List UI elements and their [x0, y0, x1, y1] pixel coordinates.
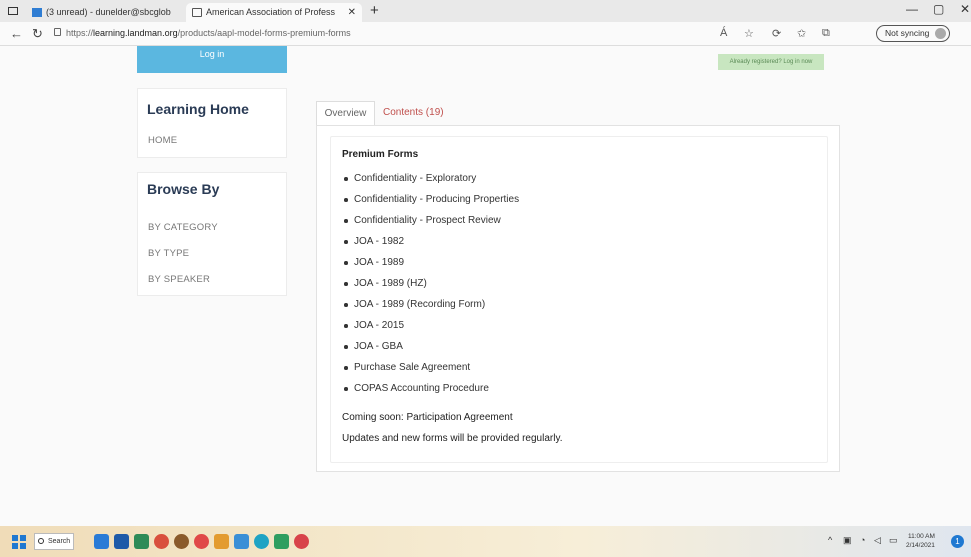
mail-favicon-icon — [32, 8, 42, 17]
list-item: JOA - 1982 — [342, 236, 519, 257]
list-item: JOA - 1989 (Recording Form) — [342, 299, 519, 320]
learning-home-panel: Learning Home HOME — [137, 88, 287, 158]
start-windows-icon[interactable] — [12, 535, 26, 549]
bullet-icon — [344, 240, 348, 244]
tab-overview[interactable]: Overview — [316, 101, 375, 125]
app-icon[interactable] — [174, 534, 189, 549]
browse-by-title: Browse By — [147, 181, 220, 197]
list-item: Confidentiality - Producing Properties — [342, 194, 519, 215]
close-window-icon[interactable]: ✕ — [960, 2, 970, 16]
wifi-icon[interactable]: ◔ — [860, 535, 865, 545]
address-bar: ← ↻ https://learning.landman.org/product… — [0, 22, 971, 46]
bullet-icon — [344, 366, 348, 370]
edge-icon[interactable] — [254, 534, 269, 549]
app-icon[interactable] — [214, 534, 229, 549]
bullet-icon — [344, 261, 348, 265]
file-explorer-icon[interactable] — [114, 534, 129, 549]
page-favicon-icon — [192, 8, 202, 17]
extensions-icon[interactable]: ⟳ — [772, 27, 781, 40]
bullet-icon — [344, 198, 348, 202]
sidebar-item-by-speaker[interactable]: BY SPEAKER — [148, 274, 210, 285]
browser-tab-aapl[interactable]: American Association of Profess ✕ — [186, 3, 362, 22]
volume-icon[interactable]: ◁ — [874, 535, 881, 546]
coming-soon-note: Coming soon: Participation Agreement — [342, 412, 513, 423]
sidebar-item-by-type[interactable]: BY TYPE — [148, 248, 189, 259]
list-item: JOA - 2015 — [342, 320, 519, 341]
url-field[interactable]: https://learning.landman.org/products/aa… — [66, 28, 351, 38]
browse-by-panel: Browse By BY CATEGORY BY TYPE BY SPEAKER — [137, 172, 287, 296]
app-icon[interactable] — [294, 534, 309, 549]
premium-forms-box: Premium Forms Confidentiality - Explorat… — [330, 136, 828, 463]
list-item: JOA - 1989 — [342, 257, 519, 278]
overview-panel: Premium Forms Confidentiality - Explorat… — [316, 125, 840, 472]
bullet-icon — [344, 177, 348, 181]
tab-contents[interactable]: Contents (19) — [383, 101, 444, 125]
list-item: Purchase Sale Agreement — [342, 362, 519, 383]
list-item: JOA - 1989 (HZ) — [342, 278, 519, 299]
photos-icon[interactable] — [234, 534, 249, 549]
task-view-icon[interactable] — [94, 534, 109, 549]
app-icon[interactable] — [274, 534, 289, 549]
store-icon[interactable] — [134, 534, 149, 549]
profile-sync-button[interactable]: Not syncing — [876, 25, 950, 42]
notification-badge[interactable]: 1 — [951, 535, 964, 548]
opera-icon[interactable] — [194, 534, 209, 549]
browser-tab-mail[interactable]: (3 unread) - dunelder@sbcglob ✕ — [26, 3, 211, 22]
search-icon — [38, 538, 44, 544]
page-content: Log in Already registered? Log in now Le… — [0, 46, 971, 526]
section-title: Premium Forms — [342, 149, 419, 160]
lock-icon[interactable] — [54, 28, 61, 36]
bullet-icon — [344, 282, 348, 286]
tab-label: American Association of Profess — [206, 7, 336, 17]
show-hidden-icons-icon[interactable]: ^ — [828, 535, 832, 545]
battery-icon[interactable]: ▭ — [889, 535, 898, 546]
maximize-icon[interactable]: ▢ — [933, 2, 944, 16]
minimize-icon[interactable]: — — [906, 2, 918, 16]
profile-avatar-icon — [935, 28, 946, 39]
bullet-icon — [344, 219, 348, 223]
close-tab-icon[interactable]: ✕ — [348, 3, 356, 22]
tab-label: (3 unread) - dunelder@sbcglob — [46, 7, 171, 17]
new-tab-icon[interactable]: + — [370, 2, 379, 19]
favorites-bar-icon[interactable]: ✩ — [797, 27, 806, 40]
read-aloud-icon[interactable]: Á — [720, 27, 727, 39]
tab-actions-icon[interactable] — [8, 7, 18, 15]
chrome-icon[interactable] — [154, 534, 169, 549]
list-item: COPAS Accounting Procedure — [342, 383, 519, 404]
list-item: JOA - GBA — [342, 341, 519, 362]
list-item: Confidentiality - Exploratory — [342, 173, 519, 194]
browser-titlebar: (3 unread) - dunelder@sbcglob ✕ American… — [0, 0, 971, 22]
already-registered-link[interactable]: Already registered? Log in now — [718, 54, 824, 70]
bullet-icon — [344, 324, 348, 328]
back-arrow-icon[interactable]: ← — [10, 26, 23, 41]
updates-note: Updates and new forms will be provided r… — [342, 433, 563, 444]
list-item: Confidentiality - Prospect Review — [342, 215, 519, 236]
login-button[interactable]: Log in — [137, 46, 287, 73]
collections-icon[interactable]: ⧉ — [822, 27, 830, 40]
network-icon[interactable]: ▣ — [843, 535, 852, 546]
favorites-star-icon[interactable]: ☆ — [744, 27, 754, 40]
sidebar-item-by-category[interactable]: BY CATEGORY — [148, 222, 218, 233]
learning-home-title: Learning Home — [147, 101, 249, 117]
bullet-icon — [344, 303, 348, 307]
refresh-icon[interactable]: ↻ — [32, 26, 43, 42]
bullet-icon — [344, 387, 348, 391]
forms-list: Confidentiality - Exploratory Confidenti… — [342, 173, 519, 404]
windows-taskbar: Search ^ ▣ ◔ ◁ ▭ 11:00 AM 2/14/2021 1 — [0, 526, 971, 557]
sidebar-item-home[interactable]: HOME — [148, 135, 177, 146]
taskbar-search[interactable]: Search — [34, 533, 74, 550]
bullet-icon — [344, 345, 348, 349]
taskbar-clock[interactable]: 11:00 AM 2/14/2021 — [906, 532, 935, 550]
